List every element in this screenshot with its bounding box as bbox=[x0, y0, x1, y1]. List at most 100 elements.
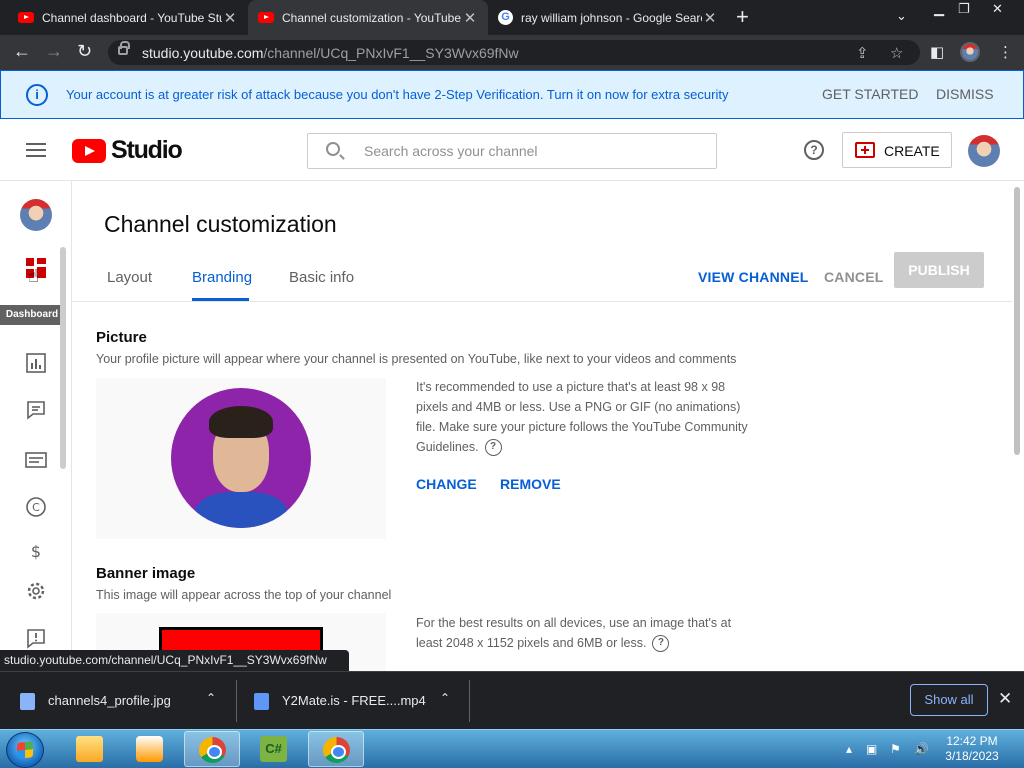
profile-picture-preview bbox=[96, 378, 386, 539]
hamburger-menu-icon[interactable] bbox=[26, 143, 46, 157]
active-tab-indicator bbox=[192, 298, 249, 301]
search-placeholder: Search across your channel bbox=[364, 143, 538, 159]
lock-icon bbox=[118, 41, 130, 55]
tray-arrow-icon[interactable]: ▴ bbox=[846, 742, 852, 756]
chevron-up-icon[interactable]: ⌃ bbox=[440, 691, 450, 705]
copyright-icon[interactable]: C bbox=[25, 496, 47, 518]
back-icon[interactable]: ← bbox=[13, 41, 31, 62]
start-button[interactable] bbox=[6, 732, 44, 768]
browser-tab-google[interactable]: G ray william johnson - Google Search ✕ bbox=[488, 0, 728, 35]
taskbar-chrome[interactable] bbox=[184, 731, 240, 767]
show-all-button[interactable]: Show all bbox=[910, 684, 988, 716]
dismiss-button[interactable]: DISMISS bbox=[936, 86, 994, 102]
tray-network-icon[interactable]: ▣ bbox=[866, 742, 877, 756]
search-icon bbox=[326, 142, 340, 156]
create-video-icon bbox=[855, 142, 875, 158]
chevron-up-icon[interactable]: ⌃ bbox=[206, 691, 216, 705]
info-icon: i bbox=[26, 84, 48, 106]
search-input[interactable]: Search across your channel bbox=[307, 133, 717, 169]
youtube-logo-icon[interactable] bbox=[72, 139, 106, 163]
taskbar-csharp[interactable]: C# bbox=[246, 731, 302, 767]
media-player-icon bbox=[136, 736, 163, 762]
account-avatar[interactable] bbox=[968, 135, 1000, 167]
close-shelf-icon[interactable]: ✕ bbox=[998, 689, 1012, 709]
subtitles-icon[interactable] bbox=[25, 449, 47, 471]
tab-search-icon[interactable]: ⌄ bbox=[896, 8, 907, 24]
tab-layout[interactable]: Layout bbox=[107, 269, 152, 286]
comments-icon[interactable] bbox=[25, 399, 47, 421]
clock-time: 12:42 PM bbox=[946, 734, 998, 748]
change-picture-button[interactable]: CHANGE bbox=[416, 476, 477, 492]
chrome-icon bbox=[323, 737, 350, 763]
feedback-icon[interactable] bbox=[25, 627, 47, 649]
create-button[interactable]: CREATE bbox=[842, 132, 952, 168]
earn-icon[interactable]: $ bbox=[25, 541, 47, 563]
close-tab-icon[interactable]: ✕ bbox=[462, 9, 478, 27]
settings-gear-icon[interactable] bbox=[25, 580, 47, 602]
view-channel-button[interactable]: VIEW CHANNEL bbox=[698, 269, 809, 285]
windows-logo-icon bbox=[17, 741, 33, 759]
get-started-button[interactable]: GET STARTED bbox=[822, 86, 918, 102]
download-item[interactable]: channels4_profile.jpg ⌃ bbox=[0, 672, 236, 730]
remove-picture-button[interactable]: REMOVE bbox=[500, 476, 561, 492]
security-banner: i Your account is at greater risk of att… bbox=[0, 70, 1024, 119]
new-tab-icon[interactable]: + bbox=[736, 4, 749, 30]
tray-flag-icon[interactable]: ⚑ bbox=[890, 742, 901, 756]
side-panel-icon[interactable]: ◧ bbox=[930, 43, 944, 61]
system-clock[interactable]: 12:42 PM 3/18/2023 bbox=[942, 734, 1002, 764]
image-file-icon bbox=[20, 693, 35, 710]
close-tab-icon[interactable]: ✕ bbox=[702, 9, 718, 27]
picture-help-text: It's recommended to use a picture that's… bbox=[416, 377, 751, 457]
chrome-icon bbox=[199, 737, 226, 763]
tab-title: Channel customization - YouTube Studio bbox=[282, 10, 462, 25]
address-bar-row: ← → ↻ studio.youtube.com/channel/UCq_PNx… bbox=[0, 35, 1024, 70]
youtube-icon bbox=[18, 12, 34, 23]
cancel-button[interactable]: CANCEL bbox=[824, 269, 884, 285]
help-question-icon[interactable]: ? bbox=[652, 635, 670, 653]
video-file-icon bbox=[254, 693, 269, 710]
clock-date: 3/18/2023 bbox=[945, 749, 999, 763]
download-item[interactable]: Y2Mate.is - FREE....mp4 ⌃ bbox=[234, 672, 470, 730]
tab-branding[interactable]: Branding bbox=[192, 269, 252, 286]
chrome-menu-icon[interactable]: ⋮ bbox=[998, 43, 1013, 61]
close-tab-icon[interactable]: ✕ bbox=[222, 9, 238, 27]
share-icon[interactable]: ⇪ bbox=[856, 44, 869, 62]
browser-tab-bar: Channel dashboard - YouTube Studio ✕ Cha… bbox=[0, 0, 1024, 35]
tab-title: Channel dashboard - YouTube Studio bbox=[42, 10, 222, 25]
picture-section-title: Picture bbox=[96, 329, 147, 346]
picture-section-description: Your profile picture will appear where y… bbox=[96, 352, 737, 366]
channel-avatar[interactable] bbox=[20, 199, 52, 231]
bookmark-star-icon[interactable]: ☆ bbox=[890, 44, 903, 62]
taskbar-explorer[interactable] bbox=[62, 731, 118, 767]
help-icon[interactable]: ? bbox=[804, 140, 824, 160]
url-text: studio.youtube.com/channel/UCq_PNxIvF1__… bbox=[142, 45, 519, 61]
studio-logo-text[interactable]: Studio bbox=[111, 136, 183, 165]
omnibox[interactable]: studio.youtube.com/channel/UCq_PNxIvF1__… bbox=[108, 40, 920, 65]
close-window-icon[interactable]: ✕ bbox=[992, 1, 1003, 17]
browser-tab-customization[interactable]: Channel customization - YouTube Studio ✕ bbox=[248, 0, 488, 35]
minimize-icon[interactable]: ▁ bbox=[934, 1, 944, 17]
taskbar-media-player[interactable] bbox=[122, 731, 178, 767]
status-url: studio.youtube.com/channel/UCq_PNxIvF1__… bbox=[0, 650, 349, 671]
reload-icon[interactable]: ↻ bbox=[77, 41, 92, 62]
studio-header: Studio Search across your channel ? CREA… bbox=[0, 119, 1024, 181]
download-filename: Y2Mate.is - FREE....mp4 bbox=[282, 693, 426, 708]
browser-tab-dashboard[interactable]: Channel dashboard - YouTube Studio ✕ bbox=[8, 0, 248, 35]
banner-help-text: For the best results on all devices, use… bbox=[416, 613, 756, 653]
windows-taskbar: C# ▴ ▣ ⚑ 🔊 12:42 PM 3/18/2023 bbox=[0, 729, 1024, 768]
csharp-icon: C# bbox=[260, 736, 287, 762]
analytics-icon[interactable] bbox=[25, 352, 47, 374]
forward-icon[interactable]: → bbox=[45, 41, 63, 62]
help-question-icon[interactable]: ? bbox=[484, 439, 502, 457]
google-icon: G bbox=[498, 10, 513, 25]
tray-volume-icon[interactable]: 🔊 bbox=[914, 742, 929, 756]
svg-text:$: $ bbox=[31, 542, 41, 561]
restore-icon[interactable]: ❐ bbox=[958, 1, 970, 17]
main-scrollbar[interactable] bbox=[1014, 187, 1020, 455]
tab-basic-info[interactable]: Basic info bbox=[289, 269, 354, 286]
publish-button[interactable]: PUBLISH bbox=[894, 252, 984, 288]
taskbar-chrome-profile[interactable] bbox=[308, 731, 364, 767]
folder-icon bbox=[76, 736, 103, 762]
browser-profile-avatar[interactable] bbox=[960, 42, 980, 62]
nav-scrollbar[interactable] bbox=[60, 247, 66, 469]
